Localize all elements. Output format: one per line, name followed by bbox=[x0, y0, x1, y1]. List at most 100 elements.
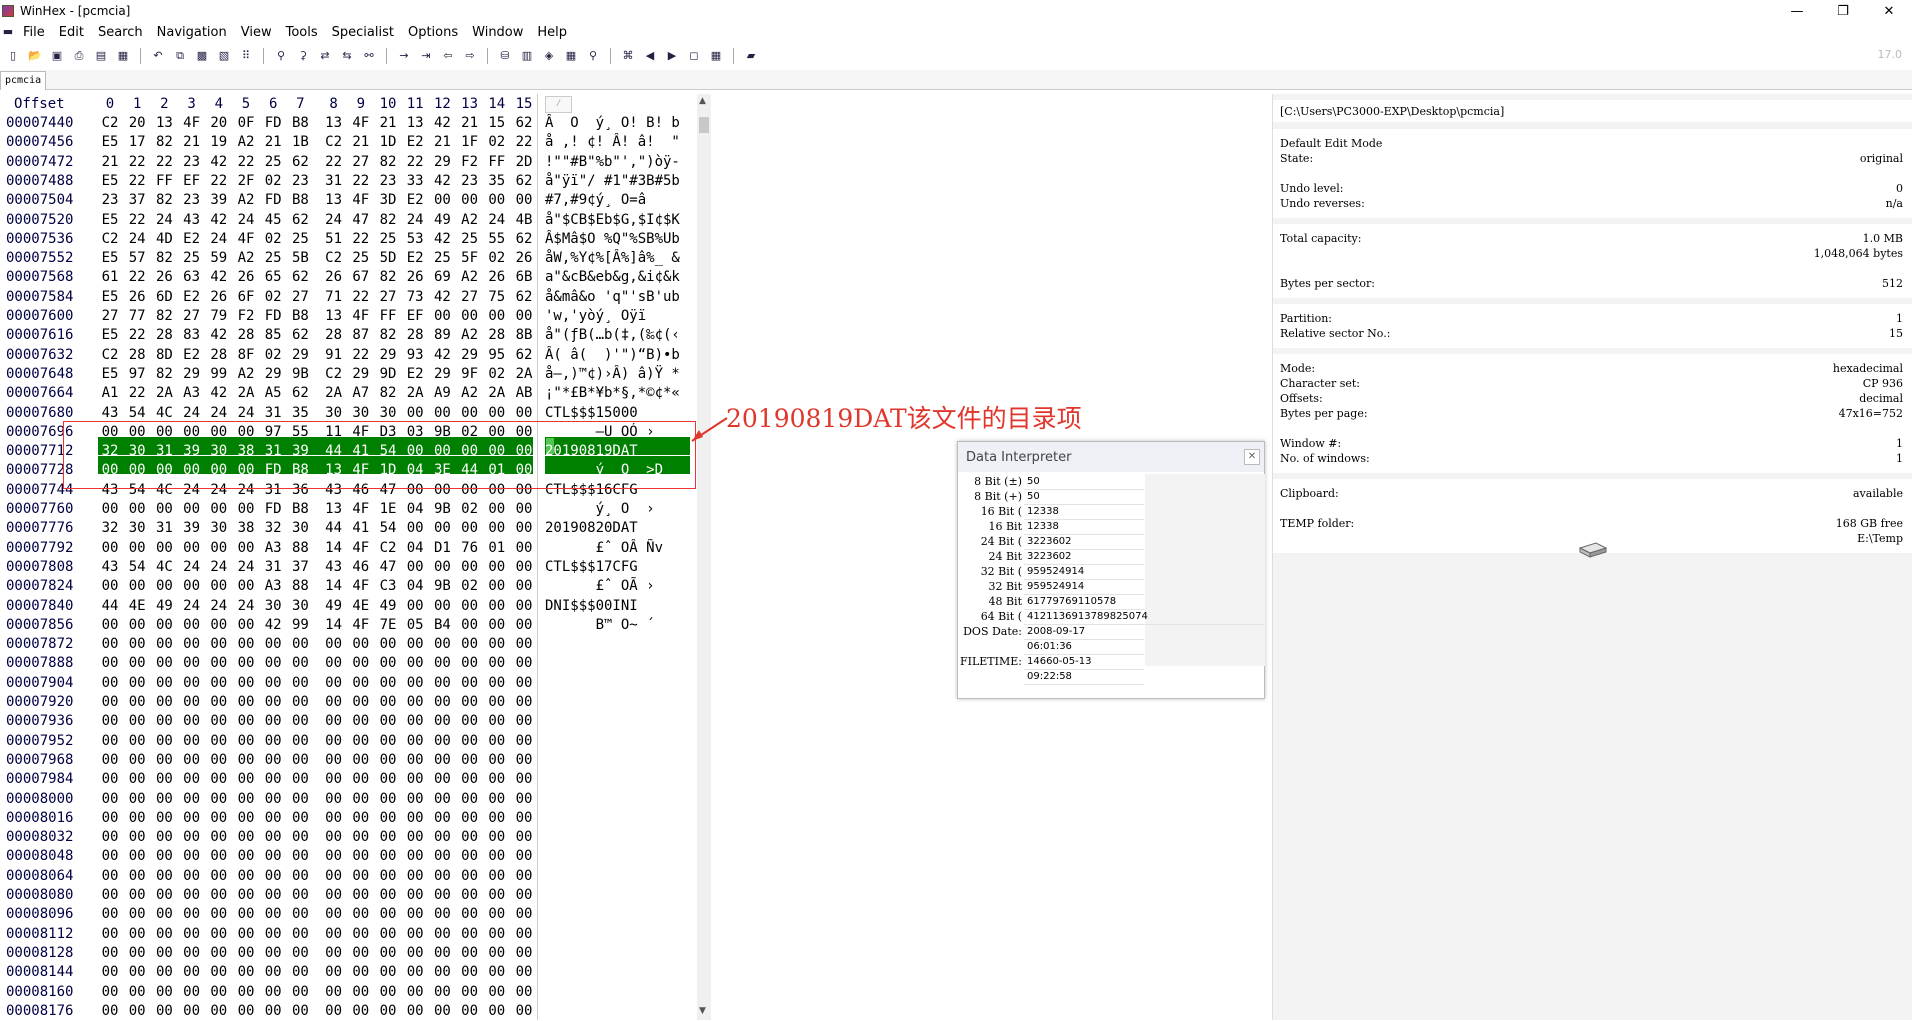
hex-byte[interactable]: 14 bbox=[322, 616, 346, 635]
hex-byte[interactable]: 00 bbox=[207, 770, 231, 789]
hex-byte[interactable]: 00 bbox=[485, 635, 509, 654]
menu-window[interactable]: Window bbox=[465, 25, 530, 40]
ascii-text[interactable]: å"ÿï"/ #1"#3B#5b bbox=[545, 172, 690, 191]
hex-byte[interactable]: 00 bbox=[403, 404, 427, 423]
hex-byte[interactable]: 00 bbox=[98, 905, 122, 924]
hex-byte[interactable]: 00 bbox=[261, 751, 285, 770]
hex-byte[interactable]: 00 bbox=[512, 1002, 536, 1021]
hex-byte[interactable]: 42 bbox=[430, 172, 454, 191]
hex-byte[interactable]: 1B bbox=[288, 133, 312, 152]
hex-byte[interactable]: 00 bbox=[376, 809, 400, 828]
hex-byte[interactable]: 00 bbox=[485, 693, 509, 712]
hex-byte[interactable]: 00 bbox=[125, 751, 149, 770]
hex-byte[interactable]: E5 bbox=[98, 133, 122, 152]
hex-byte[interactable]: A3 bbox=[261, 577, 285, 596]
hex-byte[interactable]: 00 bbox=[512, 674, 536, 693]
hex-byte[interactable]: 00 bbox=[207, 905, 231, 924]
hex-byte[interactable]: 00 bbox=[322, 963, 346, 982]
hex-byte[interactable]: 00 bbox=[458, 654, 482, 673]
hex-byte[interactable]: 00 bbox=[322, 712, 346, 731]
hex-byte[interactable]: AB bbox=[512, 384, 536, 403]
hex-byte[interactable]: 00 bbox=[322, 847, 346, 866]
hex-byte[interactable]: 30 bbox=[288, 519, 312, 538]
ascii-text[interactable]: Â O ý¸ O! B! b bbox=[545, 114, 690, 133]
hex-byte[interactable]: 00 bbox=[376, 944, 400, 963]
hex-row[interactable]: 00007968 00 00 00 00 00 00 00 00 00 00 00 00 00 00 00 00 bbox=[0, 751, 700, 770]
hex-byte[interactable]: 42 bbox=[261, 616, 285, 635]
hex-byte[interactable]: 00 bbox=[403, 751, 427, 770]
hex-byte[interactable]: 00 bbox=[430, 654, 454, 673]
hex-byte[interactable]: 88 bbox=[288, 539, 312, 558]
hex-byte[interactable]: 00 bbox=[98, 674, 122, 693]
hex-byte[interactable]: 00 bbox=[430, 712, 454, 731]
hex-byte[interactable]: 00 bbox=[98, 654, 122, 673]
hex-byte[interactable]: 00 bbox=[322, 983, 346, 1002]
hex-byte[interactable]: 00 bbox=[180, 828, 204, 847]
hex-byte[interactable]: 22 bbox=[125, 153, 149, 172]
hex-byte[interactable]: 00 bbox=[207, 983, 231, 1002]
hex-byte[interactable]: B8 bbox=[288, 500, 312, 519]
hex-byte[interactable]: 2A bbox=[485, 384, 509, 403]
hex-byte[interactable]: 00 bbox=[322, 751, 346, 770]
interpreter-value[interactable]: 12338 bbox=[1024, 519, 1144, 535]
hex-byte[interactable]: FD bbox=[261, 500, 285, 519]
interpreter-value[interactable]: 61779769110578 bbox=[1024, 594, 1144, 610]
hex-byte[interactable]: 00 bbox=[458, 963, 482, 982]
hex-byte[interactable]: 00 bbox=[288, 963, 312, 982]
hex-byte[interactable]: 9B bbox=[288, 365, 312, 384]
hex-editor[interactable]: Offset 0 1 2 3 4 5 6 7 8 9 10 11 12 13 14 15 ⁄ 00007440… bbox=[0, 94, 700, 1020]
hex-byte[interactable]: 00 bbox=[152, 635, 176, 654]
hex-byte[interactable]: 73 bbox=[403, 288, 427, 307]
hex-byte[interactable]: 25 bbox=[458, 230, 482, 249]
hex-byte[interactable]: 00 bbox=[125, 770, 149, 789]
interpreter-value[interactable]: 3223602 bbox=[1024, 549, 1144, 565]
hex-byte[interactable]: 00 bbox=[180, 1002, 204, 1021]
hex-byte[interactable]: 02 bbox=[458, 500, 482, 519]
ascii-text[interactable]: CTL$$$15000 bbox=[545, 404, 690, 423]
hex-byte[interactable]: 13 bbox=[322, 191, 346, 210]
hex-byte[interactable]: 00 bbox=[152, 790, 176, 809]
hex-byte[interactable]: 00 bbox=[125, 925, 149, 944]
hex-byte[interactable]: A2 bbox=[234, 249, 258, 268]
hex-byte[interactable]: 55 bbox=[485, 230, 509, 249]
hex-row[interactable]: 00007536 C2 24 4D E2 24 4F 02 25 51 22 25 53 42 25 55 62… bbox=[0, 230, 700, 249]
hex-byte[interactable]: 00 bbox=[234, 905, 258, 924]
hex-byte[interactable]: 00 bbox=[403, 712, 427, 731]
hex-byte[interactable]: 00 bbox=[430, 519, 454, 538]
hex-byte[interactable]: 00 bbox=[261, 828, 285, 847]
hex-byte[interactable]: 00 bbox=[322, 809, 346, 828]
hex-byte[interactable]: 30 bbox=[288, 597, 312, 616]
hex-row[interactable]: 00008096 00 00 00 00 00 00 00 00 00 00 00 00 00 00 00 00 bbox=[0, 905, 700, 924]
hex-byte[interactable]: B8 bbox=[288, 307, 312, 326]
hex-byte[interactable]: 04 bbox=[403, 539, 427, 558]
hex-byte[interactable]: 6B bbox=[512, 268, 536, 287]
hex-byte[interactable]: 02 bbox=[261, 288, 285, 307]
hex-byte[interactable]: 00 bbox=[288, 770, 312, 789]
hex-byte[interactable]: 30 bbox=[125, 519, 149, 538]
hex-byte[interactable]: 00 bbox=[98, 1002, 122, 1021]
hex-byte[interactable]: 05 bbox=[403, 616, 427, 635]
hex-row[interactable]: 00007488 E5 22 FF EF 22 2F 02 23 31 22 23 33 42 23 35 62… bbox=[0, 172, 700, 191]
hex-byte[interactable]: 24 bbox=[403, 211, 427, 230]
hex-byte[interactable]: 00 bbox=[485, 809, 509, 828]
hex-byte[interactable]: 00 bbox=[349, 963, 373, 982]
interpreter-value[interactable]: 3223602 bbox=[1024, 534, 1144, 550]
hex-byte[interactable]: 25 bbox=[288, 230, 312, 249]
hex-byte[interactable]: 00 bbox=[125, 905, 149, 924]
hex-byte[interactable]: 00 bbox=[180, 867, 204, 886]
hex-byte[interactable]: B8 bbox=[288, 191, 312, 210]
hex-byte[interactable]: 00 bbox=[512, 751, 536, 770]
hex-byte[interactable]: 00 bbox=[288, 867, 312, 886]
hex-byte[interactable]: 23 bbox=[180, 153, 204, 172]
hex-byte[interactable]: 00 bbox=[207, 828, 231, 847]
hex-byte[interactable]: EF bbox=[180, 172, 204, 191]
hex-byte[interactable]: 44 bbox=[98, 597, 122, 616]
hex-byte[interactable]: 00 bbox=[430, 790, 454, 809]
hex-byte[interactable]: E5 bbox=[98, 288, 122, 307]
interpreter-value[interactable]: 09:22:58 bbox=[1024, 669, 1144, 685]
hex-byte[interactable]: 00 bbox=[98, 886, 122, 905]
hex-byte[interactable]: 00 bbox=[458, 905, 482, 924]
hex-byte[interactable]: 00 bbox=[288, 944, 312, 963]
hex-byte[interactable]: 00 bbox=[403, 963, 427, 982]
hex-byte[interactable]: 00 bbox=[458, 867, 482, 886]
